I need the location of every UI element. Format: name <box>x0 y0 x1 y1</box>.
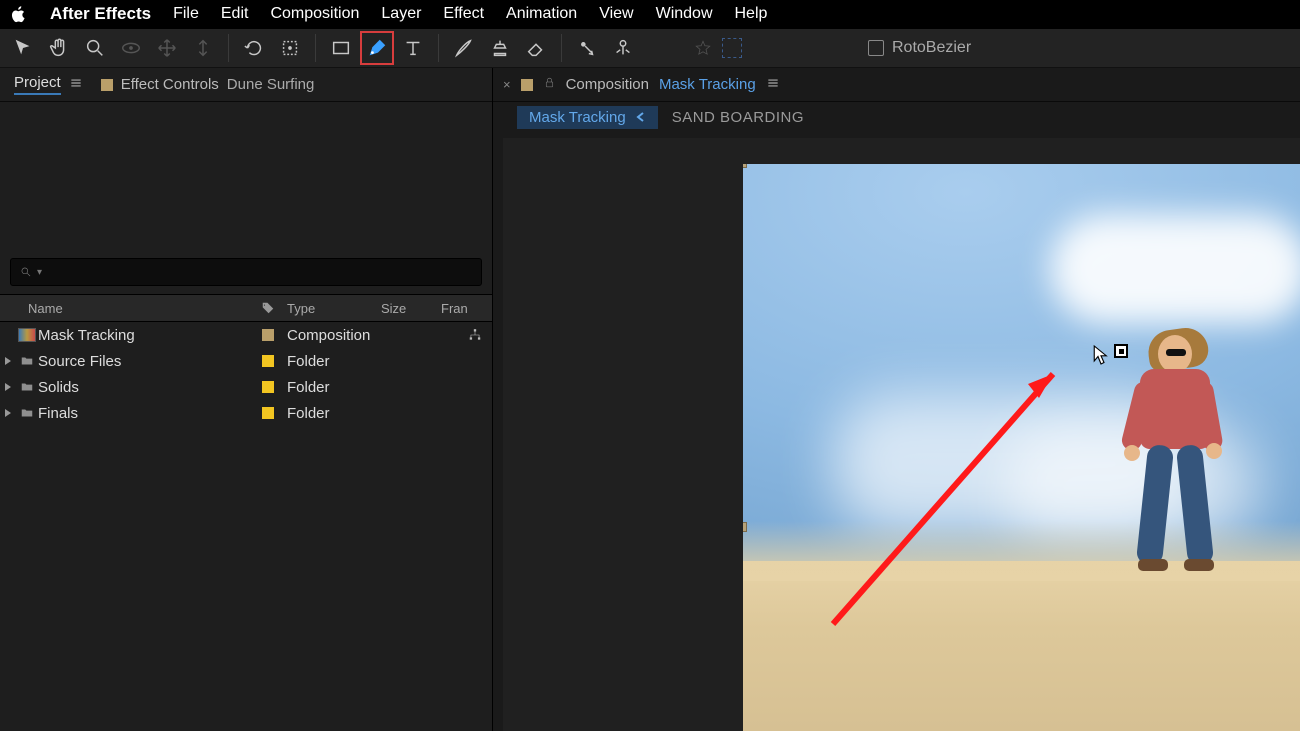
anchor-tool-icon[interactable] <box>275 33 305 63</box>
hand-tool-icon[interactable] <box>44 33 74 63</box>
list-item[interactable]: Solids Folder <box>0 374 492 400</box>
folder-icon <box>16 354 38 368</box>
panel-menu-icon[interactable] <box>766 76 780 94</box>
menu-window[interactable]: Window <box>656 5 713 23</box>
list-item[interactable]: Mask Tracking Composition <box>0 322 492 348</box>
composition-name[interactable]: Mask Tracking <box>659 76 756 93</box>
dolly-tool-icon[interactable] <box>188 33 218 63</box>
composition-label: Composition <box>566 76 649 93</box>
eraser-tool-icon[interactable] <box>521 33 551 63</box>
zoom-tool-icon[interactable] <box>80 33 110 63</box>
project-search-input[interactable]: ▾ <box>10 258 482 286</box>
menu-help[interactable]: Help <box>735 5 768 23</box>
tool-option-area <box>694 38 742 58</box>
puppet-pin-tool-icon[interactable] <box>608 33 638 63</box>
rotobezier-label: RotoBezier <box>892 39 971 57</box>
macos-menubar: After Effects File Edit Composition Laye… <box>0 0 1300 28</box>
breadcrumb-active[interactable]: Mask Tracking <box>517 106 658 129</box>
subject-person <box>1110 335 1230 585</box>
rectangle-tool-icon[interactable] <box>326 33 356 63</box>
toolbar: RotoBezier <box>0 28 1300 68</box>
pen-tool-icon[interactable] <box>362 33 392 63</box>
project-columns-header: Name Type Size Fran <box>0 294 492 322</box>
type-tool-icon[interactable] <box>398 33 428 63</box>
composition-breadcrumb: Mask Tracking SAND BOARDING <box>493 102 1300 132</box>
list-item[interactable]: Finals Folder <box>0 400 492 426</box>
menu-file[interactable]: File <box>173 5 199 23</box>
rotobezier-checkbox[interactable] <box>868 40 884 56</box>
menu-effect[interactable]: Effect <box>443 5 484 23</box>
star-icon[interactable] <box>694 39 712 57</box>
col-frame[interactable]: Fran <box>437 301 492 316</box>
pan-tool-icon[interactable] <box>152 33 182 63</box>
composition-panel-tabs: × Composition Mask Tracking <box>493 68 1300 102</box>
expand-arrow-icon[interactable] <box>0 382 16 392</box>
brush-tool-icon[interactable] <box>449 33 479 63</box>
color-swatch-icon <box>262 407 274 419</box>
layer-color-swatch <box>521 79 533 91</box>
folder-icon <box>16 380 38 394</box>
project-panel-tabs: Project Effect Controls Dune Surfing <box>0 68 492 102</box>
selection-handle-icon[interactable] <box>743 522 747 532</box>
breadcrumb-next[interactable]: SAND BOARDING <box>672 109 804 126</box>
roto-brush-tool-icon[interactable] <box>572 33 602 63</box>
close-tab-icon[interactable]: × <box>503 77 511 92</box>
menu-composition[interactable]: Composition <box>270 5 359 23</box>
layer-color-swatch <box>101 79 113 91</box>
menu-layer[interactable]: Layer <box>381 5 421 23</box>
menu-view[interactable]: View <box>599 5 633 23</box>
flowchart-icon[interactable] <box>381 328 492 342</box>
col-size[interactable]: Size <box>381 301 437 316</box>
tab-effect-controls[interactable]: Effect Controls Dune Surfing <box>101 76 315 93</box>
chevron-left-icon <box>636 109 646 126</box>
lock-icon[interactable] <box>543 76 556 93</box>
expand-arrow-icon[interactable] <box>0 408 16 418</box>
composition-panel: × Composition Mask Tracking Mask Trackin… <box>493 68 1300 731</box>
tab-project[interactable]: Project <box>14 74 83 95</box>
orbit-tool-icon[interactable] <box>116 33 146 63</box>
expand-arrow-icon[interactable] <box>0 356 16 366</box>
color-swatch-icon <box>262 329 274 341</box>
col-name[interactable]: Name <box>0 301 255 316</box>
composition-viewer[interactable] <box>503 138 1300 731</box>
folder-icon <box>16 406 38 420</box>
canvas[interactable] <box>743 164 1300 731</box>
composition-icon <box>16 328 38 342</box>
col-label-icon[interactable] <box>255 301 281 315</box>
rotate-tool-icon[interactable] <box>239 33 269 63</box>
list-item[interactable]: Source Files Folder <box>0 348 492 374</box>
project-panel: Project Effect Controls Dune Surfing ▾ N… <box>0 68 493 731</box>
project-rows: Mask Tracking Composition Source Files F… <box>0 322 492 426</box>
selection-tool-icon[interactable] <box>8 33 38 63</box>
color-swatch-icon <box>262 355 274 367</box>
selection-handle-icon[interactable] <box>743 164 747 168</box>
clone-stamp-tool-icon[interactable] <box>485 33 515 63</box>
fill-swatch-icon[interactable] <box>722 38 742 58</box>
app-name[interactable]: After Effects <box>50 4 151 24</box>
menu-animation[interactable]: Animation <box>506 5 577 23</box>
menu-edit[interactable]: Edit <box>221 5 249 23</box>
color-swatch-icon <box>262 381 274 393</box>
panel-menu-icon[interactable] <box>69 76 83 94</box>
apple-icon[interactable] <box>10 5 28 23</box>
rotobezier-option[interactable]: RotoBezier <box>868 39 971 57</box>
col-type[interactable]: Type <box>281 301 381 316</box>
pen-cursor-icon <box>1092 344 1128 366</box>
